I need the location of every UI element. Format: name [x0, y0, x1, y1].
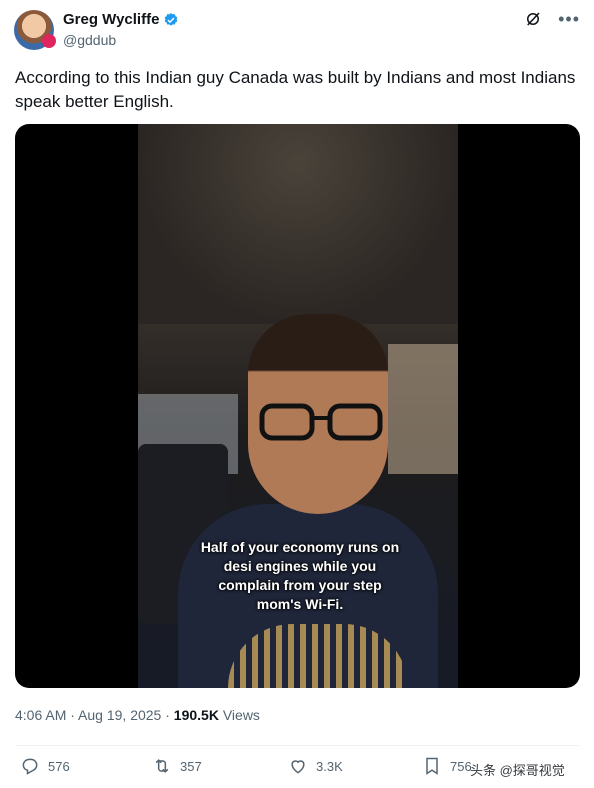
author-name-row: Greg Wycliffe [63, 11, 179, 28]
reply-icon [22, 758, 38, 775]
car-window-right [388, 344, 458, 474]
tweet-text: According to this Indian guy Canada was … [15, 68, 576, 111]
tweet-header: Greg Wycliffe @gddub ••• [14, 8, 580, 52]
video-caption: Half of your economy runs on desi engine… [200, 539, 400, 612]
more-options-icon[interactable]: ••• [558, 10, 580, 28]
post-date[interactable]: Aug 19, 2025 [78, 707, 161, 723]
author-handle[interactable]: @gddub [63, 32, 116, 48]
reply-button[interactable]: 576 [20, 756, 70, 776]
meta-separator: · [161, 707, 174, 723]
repost-icon [155, 759, 169, 773]
views-label: Views [218, 707, 260, 723]
avatar[interactable] [14, 10, 56, 50]
avatar-badge [42, 34, 56, 48]
header-actions: ••• [524, 10, 580, 28]
views-count: 190.5K [173, 707, 219, 723]
video-player[interactable]: Half of your economy runs on desi engine… [15, 124, 580, 688]
car-roof [138, 124, 458, 324]
bookmark-icon [426, 757, 438, 775]
heart-icon [291, 760, 305, 774]
divider [15, 745, 579, 746]
glasses-graphic [259, 403, 383, 441]
grok-icon[interactable] [524, 10, 542, 28]
watermark: 头条 @探哥视觉 [470, 763, 565, 778]
author-name[interactable]: Greg Wycliffe [63, 11, 159, 28]
like-count: 3.3K [316, 758, 343, 774]
bookmark-count: 756 [450, 758, 472, 774]
post-time[interactable]: 4:06 AM [15, 707, 66, 723]
reply-count: 576 [48, 758, 70, 774]
verified-badge-icon [165, 12, 178, 26]
repost-button[interactable]: 357 [152, 756, 202, 776]
meta-separator: · [66, 707, 79, 723]
tweet-meta: 4:06 AM · Aug 19, 2025 · 190.5K Views [15, 707, 260, 723]
like-button[interactable]: 3.3K [288, 756, 343, 776]
repost-count: 357 [180, 758, 202, 774]
bookmark-button[interactable]: 756 [422, 756, 472, 776]
